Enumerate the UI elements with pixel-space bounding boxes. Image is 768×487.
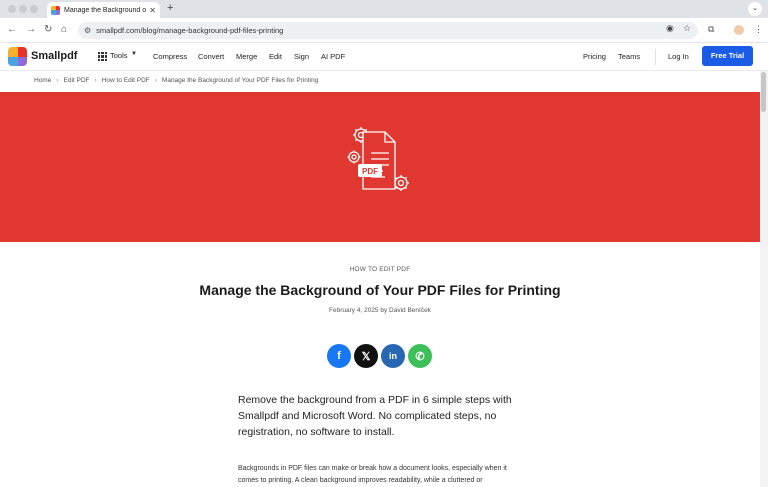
tab-close-icon[interactable]: ✕ — [149, 6, 156, 15]
scrollbar-thumb[interactable] — [761, 72, 766, 112]
x-icon: 𝕏 — [361, 350, 371, 363]
article-body: Backgrounds in PDF files can make or bre… — [238, 465, 507, 484]
facebook-icon: f — [337, 350, 341, 362]
address-bar[interactable]: ⚙ smallpdf.com/blog/manage-background-pd… — [78, 22, 698, 39]
page-scrollbar[interactable] — [760, 71, 768, 487]
nav-teams[interactable]: Teams — [618, 52, 640, 61]
tab-title: Manage the Background of Yo — [64, 6, 147, 14]
tracking-eye-icon[interactable]: ◉ — [666, 23, 674, 34]
forward-arrow-icon[interactable]: → — [26, 24, 36, 35]
breadcrumb-edit-pdf[interactable]: Edit PDF — [64, 77, 90, 84]
share-x-button[interactable]: 𝕏 — [354, 344, 378, 368]
tools-menu[interactable]: Tools — [110, 51, 128, 60]
grid-icon[interactable] — [98, 52, 107, 61]
back-arrow-icon[interactable]: ← — [7, 24, 17, 35]
breadcrumb-separator: › — [154, 77, 157, 84]
profile-avatar[interactable] — [734, 25, 744, 35]
breadcrumb-home[interactable]: Home — [34, 77, 51, 84]
linkedin-icon: in — [389, 351, 397, 361]
nav-ai-pdf[interactable]: AI PDF — [321, 52, 345, 61]
new-tab-button[interactable]: + — [167, 2, 173, 14]
nav-merge[interactable]: Merge — [236, 52, 257, 61]
browser-tab-bar: Manage the Background of Yo ✕ + ⌄ — [0, 0, 768, 18]
brand-name[interactable]: Smallpdf — [31, 50, 77, 62]
smallpdf-logo-icon[interactable] — [8, 47, 27, 66]
chevron-down-icon[interactable]: ▼ — [131, 51, 137, 57]
browser-menu-icon[interactable]: ⋮ — [754, 24, 763, 35]
breadcrumb-current: Manage the Background of Your PDF Files … — [161, 77, 319, 84]
login-link[interactable]: Log In — [668, 52, 689, 61]
breadcrumb: Home › Edit PDF › How to Edit PDF › Manage the… — [34, 77, 318, 84]
reload-icon[interactable]: ↻ — [44, 24, 52, 35]
tab-search-button[interactable]: ⌄ — [748, 2, 762, 16]
pdf-badge-label: PDF — [362, 167, 378, 176]
hero-banner: PDF — [0, 92, 760, 242]
nav-convert[interactable]: Convert — [198, 52, 224, 61]
window-minimize-button[interactable] — [19, 5, 27, 13]
breadcrumb-separator: › — [94, 77, 97, 84]
breadcrumb-separator: › — [56, 77, 59, 84]
home-icon[interactable]: ⌂ — [61, 24, 67, 35]
share-facebook-button[interactable]: f — [327, 344, 351, 368]
article-title: Manage the Background of Your PDF Files … — [199, 282, 561, 298]
window-maximize-button[interactable] — [30, 5, 38, 13]
share-linkedin-button[interactable]: in — [381, 344, 405, 368]
article-lead: Remove the background from a PDF in 6 si… — [238, 394, 512, 438]
bookmark-star-icon[interactable]: ☆ — [683, 23, 691, 34]
site-info-icon[interactable]: ⚙ — [84, 26, 91, 35]
share-whatsapp-button[interactable]: ✆ — [408, 344, 432, 368]
nav-divider — [655, 49, 656, 65]
article-byline: February 4, 2025 by David Beníček — [329, 307, 431, 314]
breadcrumb-how-to[interactable]: How to Edit PDF — [102, 77, 150, 84]
nav-compress[interactable]: Compress — [153, 52, 187, 61]
window-close-button[interactable] — [8, 5, 16, 13]
browser-tab[interactable]: Manage the Background of Yo ✕ — [47, 2, 160, 18]
free-trial-button[interactable]: Free Trial — [702, 46, 753, 66]
pdf-document-gears-icon: PDF — [347, 127, 409, 191]
extensions-icon[interactable]: ⧉ — [708, 24, 714, 35]
site-header: Smallpdf Tools ▼ Compress Convert Merge … — [0, 43, 768, 71]
whatsapp-icon: ✆ — [415, 350, 425, 363]
nav-edit[interactable]: Edit — [269, 52, 282, 61]
article-category[interactable]: HOW TO EDIT PDF — [0, 266, 760, 273]
browser-toolbar: ← → ↻ ⌂ ⚙ smallpdf.com/blog/manage-backg… — [0, 18, 768, 43]
url-text[interactable]: smallpdf.com/blog/manage-background-pdf-… — [96, 26, 283, 35]
nav-pricing[interactable]: Pricing — [583, 52, 606, 61]
smallpdf-favicon-icon — [51, 5, 60, 15]
nav-sign[interactable]: Sign — [294, 52, 309, 61]
